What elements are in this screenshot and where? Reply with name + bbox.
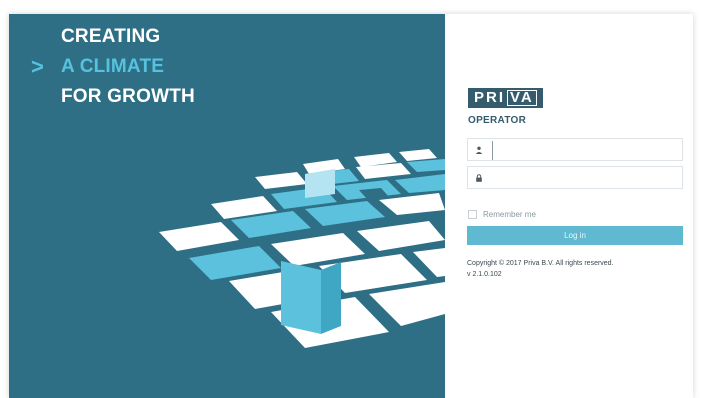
login-panel: PRI VA OPERATOR Remember me Log in Copyri… <box>445 14 693 398</box>
app-name: OPERATOR <box>468 115 527 126</box>
tagline-line-1: CREATING <box>61 26 161 47</box>
logo-text: PRI <box>474 89 506 106</box>
login-button[interactable]: Log in <box>467 226 683 245</box>
priva-logo: PRI VA <box>468 88 543 108</box>
arrow-icon: > <box>31 54 45 79</box>
tagline-line-3: FOR GROWTH <box>61 86 195 107</box>
remember-me[interactable]: Remember me <box>468 210 536 219</box>
logo-boxed-text: VA <box>507 90 537 106</box>
username-field[interactable] <box>467 138 683 161</box>
login-window: > CREATING A CLIMATE FOR GROWTH PRI VA OP… <box>9 14 693 398</box>
remember-me-label: Remember me <box>483 210 536 219</box>
version-text: v 2.1.0.102 <box>467 271 502 278</box>
copyright-text: Copyright © 2017 Priva B.V. All rights r… <box>467 260 614 267</box>
footer-info: Copyright © 2017 Priva B.V. All rights r… <box>467 258 614 280</box>
lock-icon <box>468 167 490 188</box>
hero-panel: > CREATING A CLIMATE FOR GROWTH <box>9 14 445 398</box>
password-input[interactable] <box>492 169 682 188</box>
remember-me-checkbox[interactable] <box>468 210 477 219</box>
tagline-line-2: A CLIMATE <box>61 56 165 77</box>
password-field[interactable] <box>467 166 683 189</box>
user-icon <box>468 139 490 160</box>
username-input[interactable] <box>492 141 681 160</box>
hero-tagline: > CREATING A CLIMATE FOR GROWTH <box>31 22 195 112</box>
